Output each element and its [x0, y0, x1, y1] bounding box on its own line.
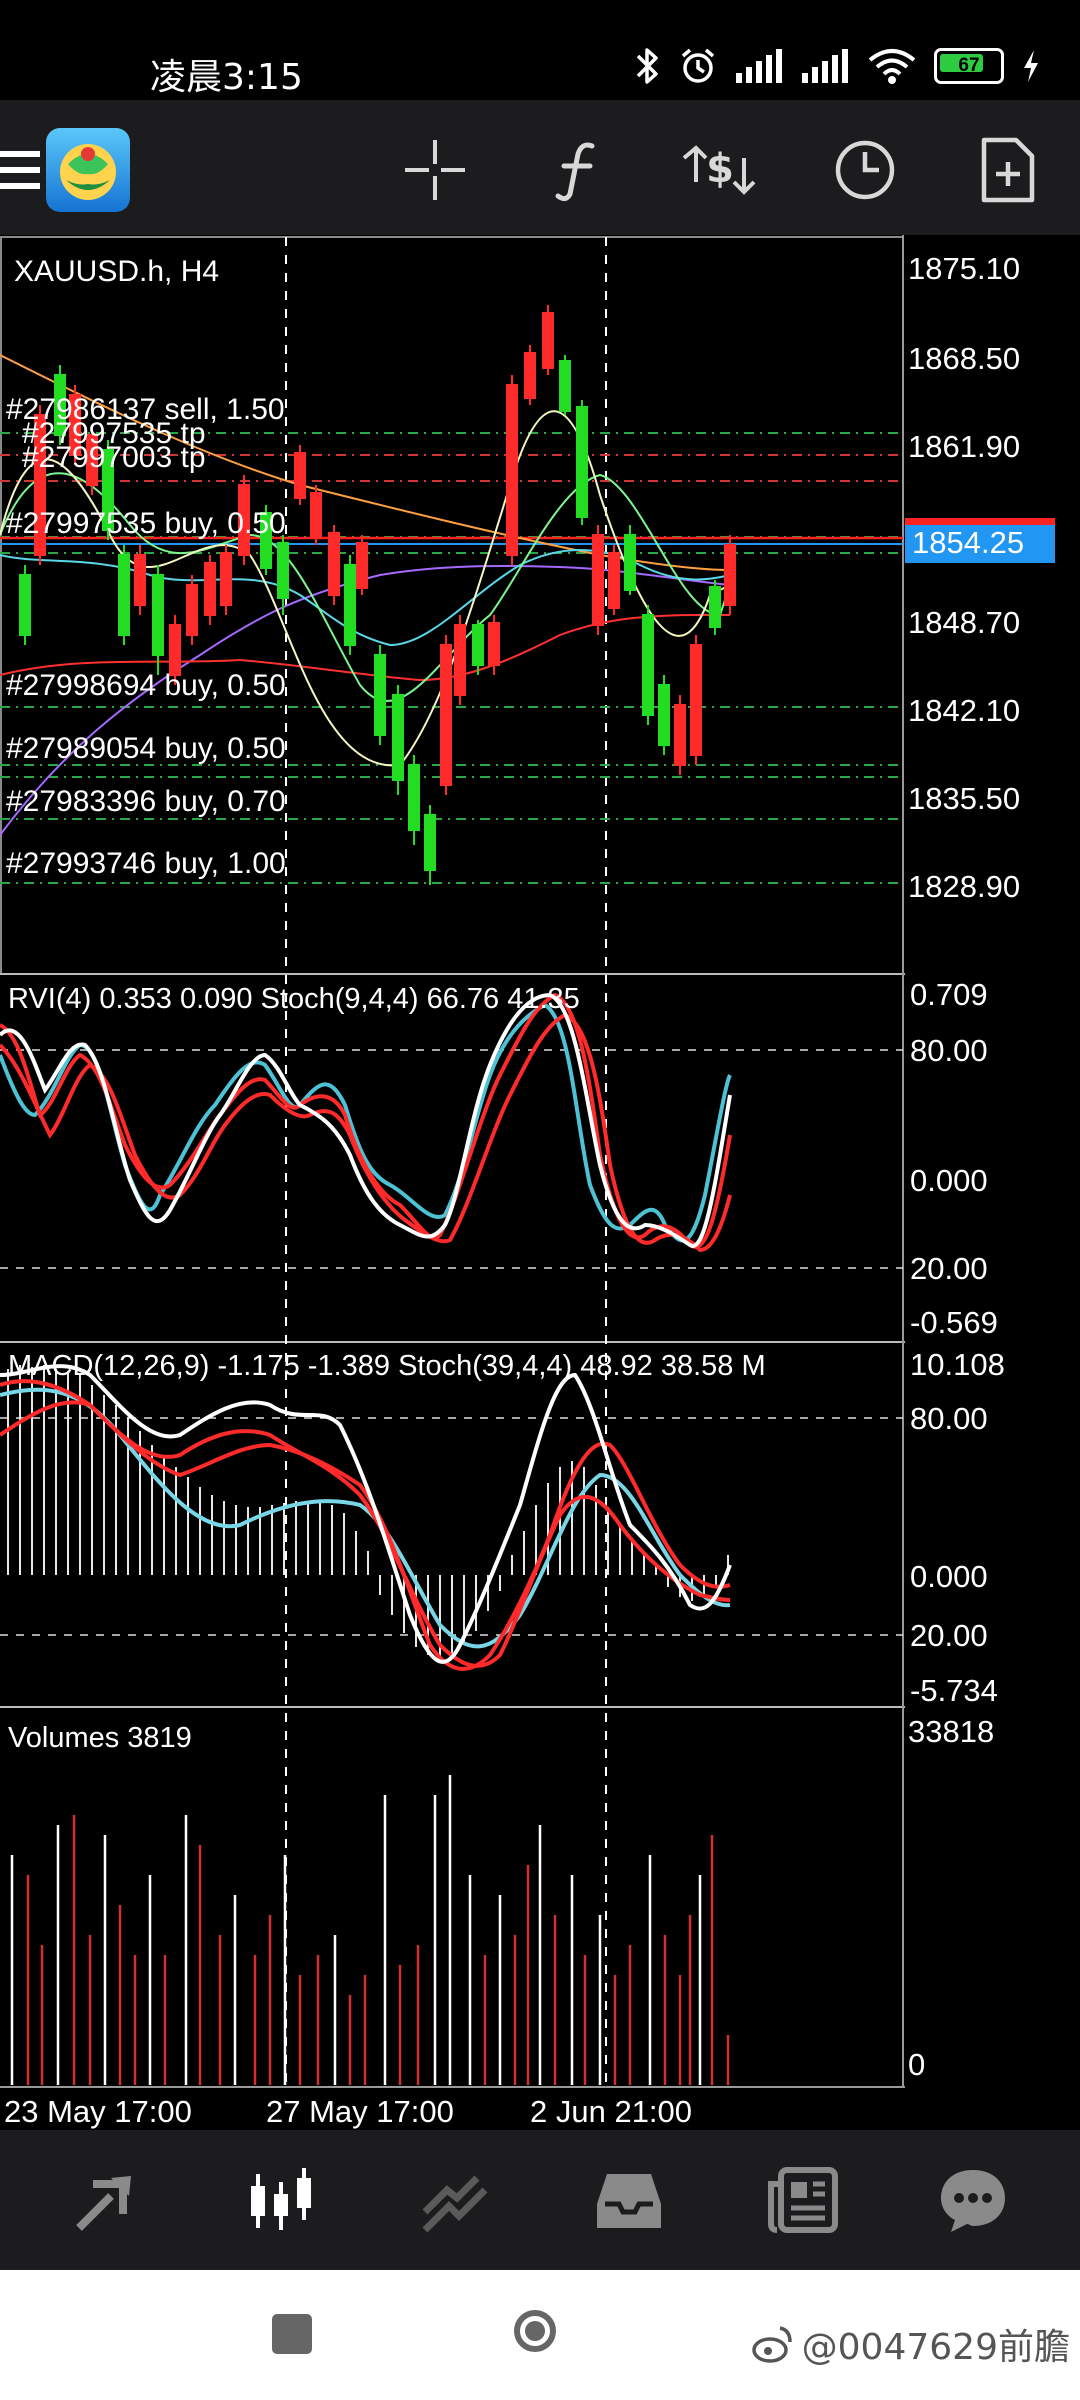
new-order-icon — [981, 137, 1035, 203]
price-tick: 1842.10 — [908, 693, 1020, 728]
watermark-text: @0047629前膽 — [801, 2327, 1070, 2368]
axis-tick: 20.00 — [910, 1251, 988, 1286]
axis-tick: 33818 — [908, 1714, 994, 1749]
charging-icon — [1024, 50, 1038, 82]
nav-history[interactable] — [574, 2150, 684, 2250]
price-tick: 1835.50 — [908, 781, 1020, 816]
status-time: 凌晨3:15 — [150, 57, 303, 98]
nav-news[interactable] — [748, 2150, 858, 2250]
bluetooth-icon — [636, 48, 658, 84]
indicators-button[interactable] — [528, 120, 628, 220]
recents-button[interactable] — [272, 2314, 312, 2354]
chart-area[interactable]: XAUUSD.h, H4 #27986137 sell, 1.50 #27997… — [0, 235, 1080, 2130]
watermark: @0047629前膽 — [750, 2318, 1070, 2370]
order-label: #27993746 buy, 1.00 — [6, 847, 286, 880]
trade-button[interactable]: $ — [670, 120, 770, 220]
axis-tick: 0.000 — [910, 1163, 988, 1198]
app-logo-button[interactable] — [38, 120, 138, 220]
order-label: #27983396 buy, 0.70 — [6, 785, 286, 818]
chat-icon — [941, 2170, 1005, 2232]
chart-icon — [251, 2168, 311, 2230]
time-tick: 2 Jun 21:00 — [530, 2094, 692, 2129]
price-tick: 1848.70 — [908, 605, 1020, 640]
timeframe-button[interactable] — [815, 120, 915, 220]
alarm-icon — [681, 48, 715, 83]
axis-tick: -0.569 — [910, 1305, 998, 1340]
wifi-icon — [868, 49, 916, 84]
price-tick: 1828.90 — [908, 869, 1020, 904]
axis-tick: 80.00 — [910, 1033, 988, 1068]
signal-icon — [802, 49, 848, 83]
axis-tick: 10.108 — [910, 1347, 1005, 1382]
macd-label: MACD(12,26,9) -1.175 -1.389 Stoch(39,4,4… — [8, 1350, 766, 1382]
price-tick: 1875.10 — [908, 251, 1020, 286]
time-axis: 23 May 17:00 27 May 17:00 2 Jun 21:00 — [4, 2094, 692, 2129]
battery-icon: 67 — [934, 48, 1004, 84]
nav-trade[interactable] — [400, 2150, 510, 2250]
signal-icon — [736, 49, 782, 83]
timeframe-icon — [835, 140, 895, 200]
history-icon — [597, 2174, 661, 2228]
nav-chat[interactable] — [918, 2150, 1028, 2250]
order-label: #27997535 buy, 0.50 — [6, 507, 286, 540]
order-label: #27989054 buy, 0.50 — [6, 732, 286, 765]
nav-quotes[interactable] — [52, 2150, 162, 2250]
weibo-logo-icon — [751, 2326, 792, 2363]
bottom-navigation — [0, 2130, 1080, 2270]
new-order-button[interactable] — [958, 120, 1058, 220]
indicators-icon — [555, 142, 595, 202]
time-tick: 23 May 17:00 — [4, 2094, 192, 2129]
axis-tick: 20.00 — [910, 1618, 988, 1653]
svg-text:$: $ — [706, 146, 734, 192]
trade-icon: $ — [682, 145, 756, 195]
home-button[interactable] — [514, 2310, 556, 2352]
axis-tick: 0 — [908, 2047, 925, 2082]
axis-tick: 0.000 — [910, 1559, 988, 1594]
crosshair-button[interactable] — [385, 120, 485, 220]
price-tick: 1868.50 — [908, 341, 1020, 376]
axis-tick: -5.734 — [910, 1673, 998, 1708]
rvi-label: RVI(4) 0.353 0.090 Stoch(9,4,4) 66.76 41… — [8, 983, 580, 1015]
crosshair-icon — [405, 140, 465, 200]
volume-label: Volumes 3819 — [8, 1722, 192, 1754]
quotes-icon — [76, 2176, 131, 2231]
order-label: #27998694 buy, 0.50 — [6, 669, 286, 702]
symbol-label: XAUUSD.h, H4 — [14, 255, 219, 288]
news-icon — [768, 2167, 838, 2233]
axis-tick: 80.00 — [910, 1401, 988, 1436]
battery-level: 67 — [958, 55, 980, 76]
status-bar: 凌晨3:15 67 — [0, 0, 1080, 100]
trade-icon — [422, 2175, 488, 2233]
nav-chart[interactable] — [226, 2150, 336, 2250]
metatrader-logo — [46, 128, 130, 212]
price-tick: 1861.90 — [908, 429, 1020, 464]
current-price: 1854.25 — [912, 525, 1024, 560]
axis-tick: 0.709 — [910, 977, 988, 1012]
status-icons: 67 — [634, 44, 1040, 88]
time-tick: 27 May 17:00 — [266, 2094, 454, 2129]
order-label: #27997003 tp — [22, 441, 206, 474]
chart-toolbar: $ — [0, 100, 1080, 235]
